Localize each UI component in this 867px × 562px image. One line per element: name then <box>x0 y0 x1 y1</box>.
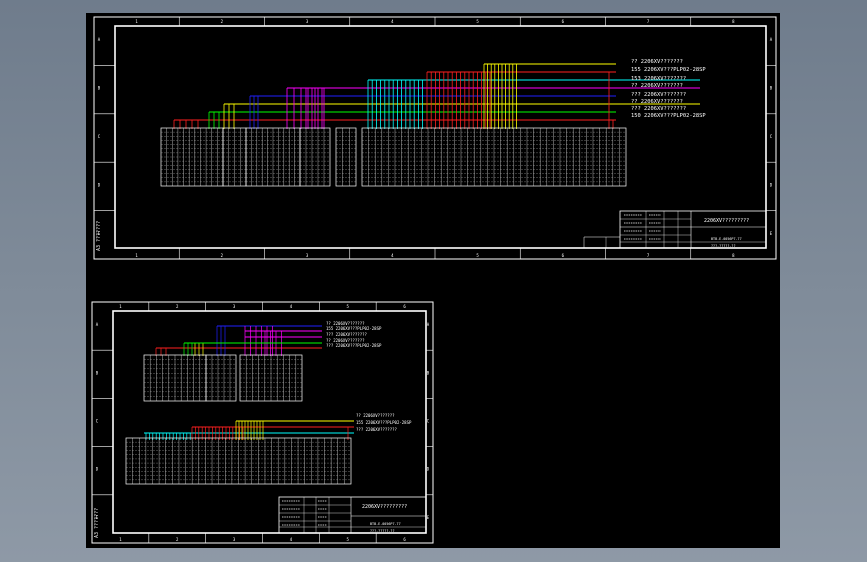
sheet1-drawing-number: BTB-E-0056P7-77 <box>711 237 742 241</box>
sheet1-zone-ticks <box>94 17 776 259</box>
sheet2-title-text: 2206XV????????? <box>362 504 407 510</box>
sheet1-title-text: 2206XV????????? <box>704 218 749 224</box>
sheet1-wire-label: ??? 2206XV??????? <box>631 106 686 112</box>
sheet1-zone-number: 3 <box>306 19 309 24</box>
sheet2-wire-label: ??? 2206XV???PLP02-28SP <box>326 343 382 348</box>
sheet1-zone-letter: C <box>98 134 101 139</box>
sheet2-zone-number: 3 <box>233 304 236 309</box>
sheet1-wire-label: 155 2206XV???PLP02-28SP <box>631 67 706 73</box>
cad-drawing-canvas[interactable]: 1 1 2 2 3 3 4 4 5 5 6 6 7 7 8 8 A A B B C C D D E E A3 ??????? ??… <box>86 13 780 548</box>
sheet1-sheet-info: ???-?????-?? <box>711 244 736 248</box>
sheet1-zone-letter: A <box>770 37 773 42</box>
sheet2-wire-label: ?? 2206XV??????? <box>356 413 395 418</box>
sheet2-zone-number: 5 <box>347 537 350 542</box>
sheet2-wire-label: ??? 2206XV??????? <box>356 427 398 432</box>
sheet2-wire-label: ??? 2206XV??????? <box>326 332 368 337</box>
sheet2-connector-tables <box>125 354 352 485</box>
sheet1-zone-letter: B <box>770 86 773 91</box>
sheet1-zone-labels: 1122334455667788AABBCCDDEE <box>98 19 773 258</box>
sheet1-zone-number: 7 <box>647 19 650 24</box>
cad-model-viewport[interactable]: 1 1 2 2 3 3 4 4 5 5 6 6 7 7 8 8 A A B B C C D D E E A3 ??????? ??… <box>86 13 780 548</box>
sheet2-wire-label: 155 2206XV???PLP02-28SP <box>326 326 382 331</box>
sheet2-connector-table-a <box>143 354 207 402</box>
sheet1-connector-table-c <box>245 127 301 187</box>
sheet2-zone-number: 2 <box>176 304 179 309</box>
sheet2-zone-letter: B <box>427 370 430 375</box>
sheet1-side-label: A3 ??????? <box>96 221 102 251</box>
drawing-sheet-1[interactable]: 1122334455667788AABBCCDDEE A3 ??????? ??… <box>93 16 777 260</box>
sheet2-zone-letter: A <box>96 322 99 327</box>
sheet2-title-block: 2206XV????????? BTB-E-0056P7-77 ???-????… <box>278 496 427 534</box>
sheet1-wire-label: 153 2206XV??????? <box>631 76 686 82</box>
sheet1-wire-harness <box>173 63 700 129</box>
sheet1-zone-letter: A <box>98 37 101 42</box>
sheet1-outer-border <box>93 16 777 260</box>
sheet2-zone-number: 5 <box>347 304 350 309</box>
sheet2-zone-number: 2 <box>176 537 179 542</box>
sheet2-zone-number: 3 <box>233 537 236 542</box>
sheet1-zone-letter: B <box>98 86 101 91</box>
sheet1-wire-label: ?? 2206XV??????? <box>631 59 683 65</box>
sheet1-connector-table-d <box>299 127 331 187</box>
sheet1-zone-number: 5 <box>476 19 479 24</box>
sheet2-zone-number: 6 <box>403 304 406 309</box>
sheet2-wire-label: 155 2206XV???PLP02-28SP <box>356 420 412 425</box>
sheet2-zone-number: 4 <box>290 537 293 542</box>
sheet2-zone-letter: C <box>427 419 430 424</box>
sheet1-connector-table-b <box>222 127 247 187</box>
sheet1-zone-letter: E <box>770 231 773 236</box>
sheet1-zone-number: 6 <box>562 253 565 258</box>
sheet1-wire-label: ??? 2206XV??????? <box>631 92 686 98</box>
sheet1-zone-number: 6 <box>562 19 565 24</box>
drawing-sheet-2[interactable]: 112233445566AABBCCDDEE A3 ??????? ?? 220… <box>91 301 434 544</box>
sheet2-connector-table-b <box>205 354 237 402</box>
sheet1-zone-number: 4 <box>391 19 394 24</box>
sheet2-zone-number: 1 <box>119 304 122 309</box>
sheet1-wire-labels: ?? 2206XV??????? 155 2206XV???PLP02-28SP 1… <box>631 59 706 119</box>
sheet1-zone-number: 7 <box>647 253 650 258</box>
sheet1-wire-label: ?? 2206XV??????? <box>631 83 683 89</box>
sheet1-zone-number: 2 <box>221 19 224 24</box>
sheet1-connector-table-f <box>361 127 627 187</box>
sheet2-side-label: A3 ??????? <box>94 508 100 538</box>
sheet1-wire-label: ?? 2206XV??????? <box>631 99 683 105</box>
sheet1-zone-number: 8 <box>732 253 735 258</box>
sheet2-zone-letter: D <box>96 467 99 472</box>
sheet1-connector-table-a <box>160 127 224 187</box>
sheet2-drawing-number: BTB-E-0056P7-77 <box>370 522 401 526</box>
sheet1-zone-number: 2 <box>221 253 224 258</box>
sheet2-zone-letter: C <box>96 419 99 424</box>
sheet1-zone-number: 4 <box>391 253 394 258</box>
sheet2-zone-number: 4 <box>290 304 293 309</box>
sheet2-zone-letter: B <box>96 370 99 375</box>
sheet2-zone-letter: A <box>427 322 430 327</box>
sheet2-wire-labels: ?? 2206XV??????? 155 2206XV???PLP02-28SP?… <box>326 321 412 432</box>
sheet2-zone-number: 6 <box>403 537 406 542</box>
sheet2-zone-letter: D <box>427 467 430 472</box>
sheet2-connector-table-c <box>239 354 303 402</box>
sheet1-zone-number: 1 <box>135 19 138 24</box>
sheet1-zone-letter: D <box>98 182 101 187</box>
sheet1-zone-number: 3 <box>306 253 309 258</box>
sheet1-zone-number: 5 <box>476 253 479 258</box>
sheet2-zone-letter: E <box>427 515 430 520</box>
sheet1-zone-number: 1 <box>135 253 138 258</box>
sheet1-title-block: 2206XV????????? BTB-E-0056P7-77 ???-????… <box>583 210 767 249</box>
sheet2-connector-table-d <box>125 437 352 485</box>
sheet1-zone-letter: D <box>770 182 773 187</box>
sheet2-zone-number: 1 <box>119 537 122 542</box>
sheet2-wire-harness <box>144 325 354 440</box>
sheet1-wire-label: 150 2206XV???PLP02-28SP <box>631 113 706 119</box>
sheet1-connector-table-e <box>335 127 357 187</box>
sheet1-zone-letter: C <box>770 134 773 139</box>
sheet2-sheet-info: ???-?????-?? <box>370 529 395 533</box>
sheet1-connector-tables <box>160 127 627 187</box>
sheet1-zone-number: 8 <box>732 19 735 24</box>
